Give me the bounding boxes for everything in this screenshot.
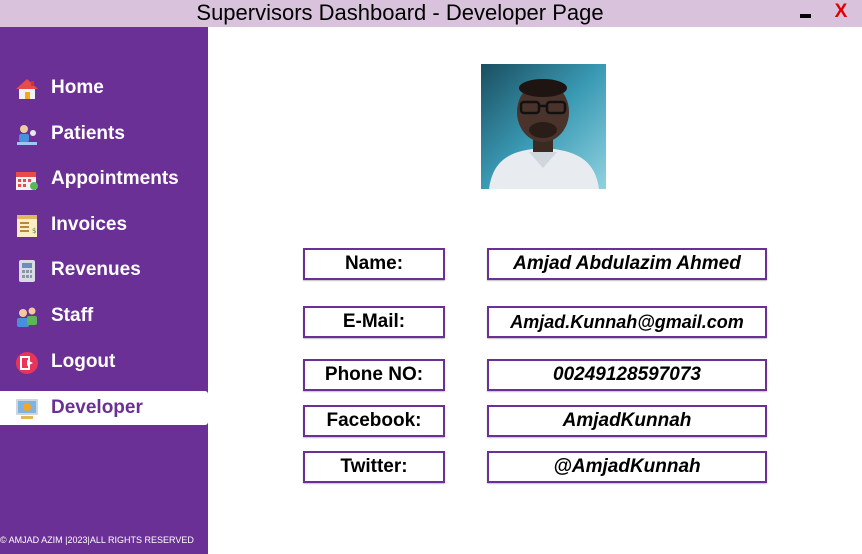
patients-icon — [17, 125, 37, 145]
developer-icon — [16, 399, 38, 419]
invoice-icon: $ — [17, 215, 37, 237]
facebook-value: AmjadKunnah — [487, 405, 767, 437]
phone-label: Phone NO: — [303, 359, 445, 391]
sidebar-item-label: Invoices — [51, 214, 128, 235]
developer-photo — [481, 64, 606, 189]
facebook-label: Facebook: — [303, 405, 445, 437]
logout-icon — [16, 352, 38, 374]
calendar-icon — [16, 172, 38, 190]
phone-value: 00249128597073 — [487, 359, 767, 391]
svg-text:$: $ — [32, 227, 36, 235]
sidebar-item-developer[interactable]: Developer — [0, 391, 208, 425]
sidebar-item-label: Logout — [51, 351, 116, 372]
email-label: E-Mail: — [303, 306, 445, 338]
sidebar-item-label: Patients — [51, 123, 125, 144]
sidebar-item-label: Home — [51, 77, 104, 98]
sidebar-item-staff[interactable]: Staff — [0, 299, 208, 333]
sidebar: Home Patients Appointments $ Invoices Re… — [0, 27, 208, 554]
sidebar-item-label: Revenues — [51, 259, 141, 280]
close-button[interactable]: X — [828, 0, 854, 24]
sidebar-item-label: Staff — [51, 305, 94, 326]
home-icon — [16, 79, 38, 99]
sidebar-item-label: Appointments — [51, 168, 179, 189]
email-value: Amjad.Kunnah@gmail.com — [487, 306, 767, 338]
sidebar-item-patients[interactable]: Patients — [0, 117, 208, 151]
sidebar-item-revenues[interactable]: Revenues — [0, 253, 208, 287]
profile-photo-image — [481, 64, 606, 189]
minimize-button[interactable] — [792, 4, 818, 24]
twitter-label: Twitter: — [303, 451, 445, 483]
staff-icon — [17, 307, 37, 327]
sidebar-item-invoices[interactable]: $ Invoices — [0, 208, 208, 242]
sidebar-item-label: Developer — [51, 397, 143, 418]
twitter-value: @AmjadKunnah — [487, 451, 767, 483]
title-bar: Supervisors Dashboard - Developer Page X — [0, 0, 862, 27]
sidebar-item-home[interactable]: Home — [0, 71, 208, 105]
copyright-footer: © AMJAD AZIM |2023|ALL RIGHTS RESERVED — [0, 535, 194, 545]
name-value: Amjad Abdulazim Ahmed — [487, 248, 767, 280]
revenue-icon — [19, 260, 35, 282]
window-title: Supervisors Dashboard - Developer Page — [196, 0, 604, 25]
sidebar-item-logout[interactable]: Logout — [0, 345, 208, 379]
minimize-icon — [800, 14, 811, 18]
name-label: Name: — [303, 248, 445, 280]
sidebar-item-appointments[interactable]: Appointments — [0, 162, 208, 196]
